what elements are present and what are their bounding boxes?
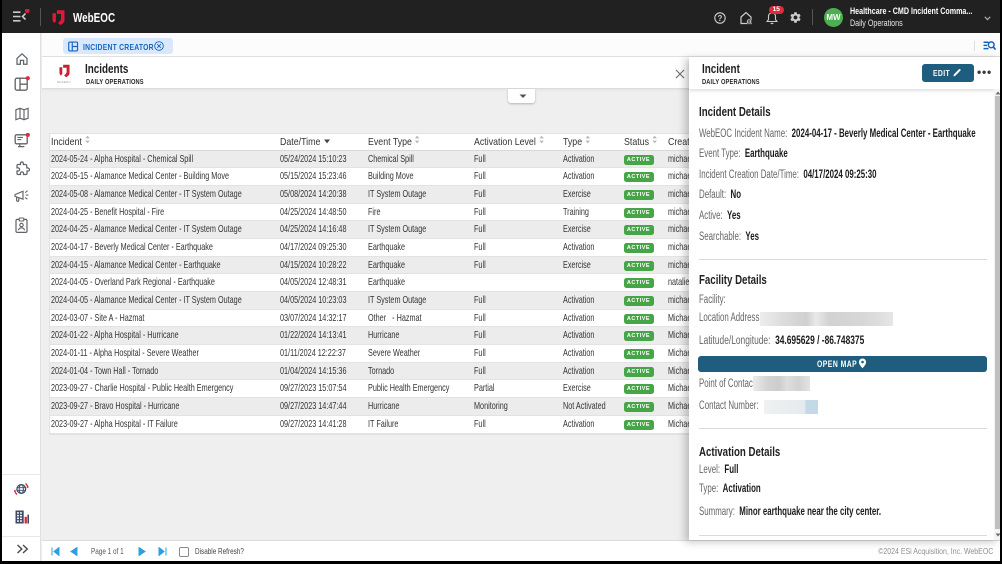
svg-text:?: ?: [718, 14, 723, 23]
